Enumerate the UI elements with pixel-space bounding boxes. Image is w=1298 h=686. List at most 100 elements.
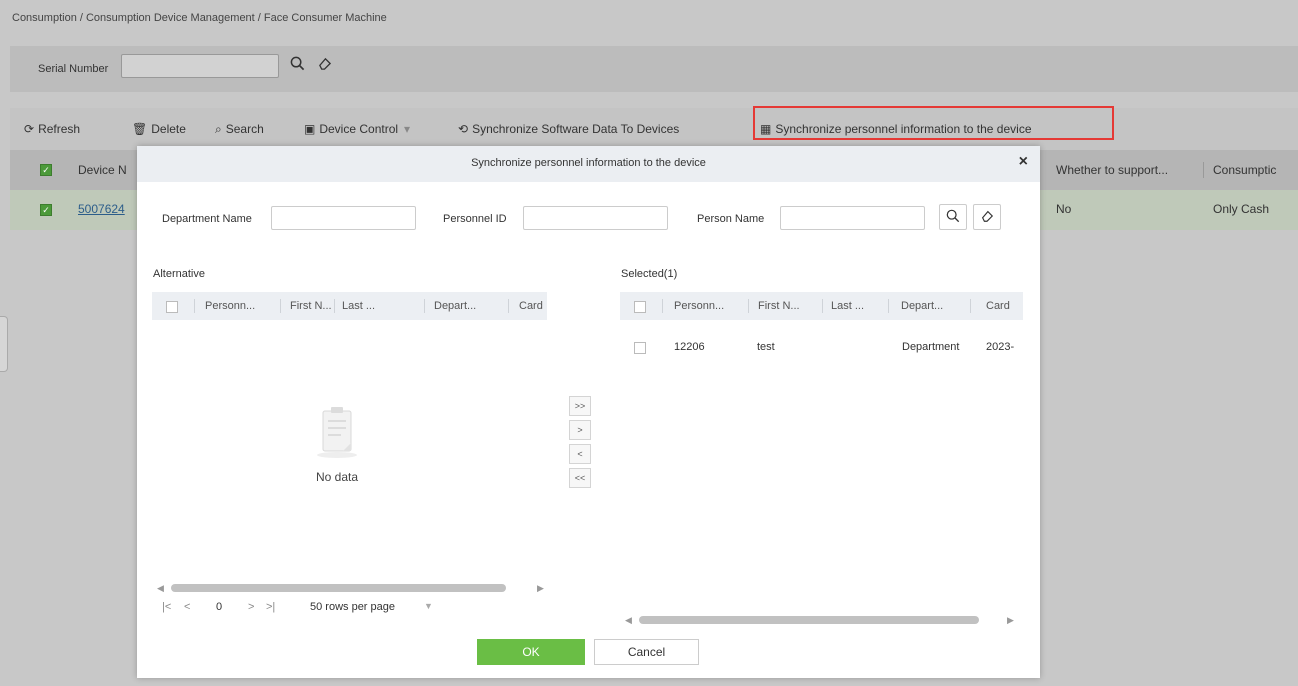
row-checkbox[interactable] bbox=[634, 342, 646, 354]
rows-per-page-select[interactable]: 50 rows per page bbox=[310, 601, 395, 613]
column-divider bbox=[970, 299, 971, 313]
ok-button[interactable]: OK bbox=[477, 639, 585, 665]
selected-row[interactable]: 12206 test Department 2023- bbox=[620, 332, 1023, 360]
device-link[interactable]: 5007624 bbox=[78, 202, 125, 216]
col-personnel-id[interactable]: Personn... bbox=[674, 300, 724, 312]
filter-bar: Serial Number bbox=[10, 46, 1298, 92]
move-right-button[interactable]: > bbox=[569, 420, 591, 440]
search-icon: ⌕ bbox=[215, 122, 222, 136]
dialog-title: Synchronize personnel information to the… bbox=[471, 157, 706, 169]
next-page-icon[interactable]: > bbox=[248, 601, 254, 613]
cell-personnel-id: 12206 bbox=[674, 341, 705, 353]
personnel-id-input[interactable] bbox=[523, 206, 668, 230]
column-divider bbox=[822, 299, 823, 313]
refresh-button[interactable]: ⟳ Refresh bbox=[24, 122, 80, 136]
trash-icon: 🗑 bbox=[132, 122, 148, 136]
serial-number-label: Serial Number bbox=[38, 63, 109, 75]
col-department[interactable]: Depart... bbox=[901, 300, 943, 312]
sync-software-button[interactable]: ⟲ Synchronize Software Data To Devices bbox=[458, 122, 679, 136]
chevron-down-icon: ▾ bbox=[404, 122, 411, 136]
col-last-name[interactable]: Last ... bbox=[342, 300, 375, 312]
personnel-id-label: Personnel ID bbox=[443, 213, 507, 225]
delete-button[interactable]: 🗑 Delete bbox=[132, 122, 186, 136]
col-first-name[interactable]: First N... bbox=[758, 300, 800, 312]
selected-horizontal-scrollbar[interactable]: ◀ ▶ bbox=[625, 615, 1017, 625]
cell-first-name: test bbox=[757, 341, 775, 353]
column-divider bbox=[888, 299, 889, 313]
col-first-name[interactable]: First N... bbox=[290, 300, 332, 312]
dialog-search-button[interactable] bbox=[939, 204, 967, 230]
col-last-name[interactable]: Last ... bbox=[831, 300, 864, 312]
consumption-value: Only Cash bbox=[1213, 202, 1270, 216]
breadcrumb: Consumption / Consumption Device Managem… bbox=[12, 12, 387, 24]
selected-select-all-checkbox[interactable] bbox=[634, 301, 646, 313]
move-left-button[interactable]: < bbox=[569, 444, 591, 464]
header-consumption: Consumptic bbox=[1213, 163, 1277, 177]
device-control-button[interactable]: ▣ Device Control ▾ bbox=[304, 122, 410, 136]
support-value: No bbox=[1056, 202, 1072, 216]
sync-software-label: Synchronize Software Data To Devices bbox=[472, 122, 680, 136]
alternative-horizontal-scrollbar[interactable]: ◀ ▶ bbox=[157, 583, 547, 593]
first-page-icon[interactable]: |< bbox=[162, 601, 171, 613]
refresh-label: Refresh bbox=[38, 122, 81, 136]
delete-label: Delete bbox=[151, 122, 186, 136]
highlight-box bbox=[753, 106, 1114, 140]
eraser-icon[interactable] bbox=[317, 56, 332, 75]
empty-text: No data bbox=[315, 470, 359, 484]
header-divider bbox=[1203, 162, 1204, 178]
sync-personnel-dialog: Synchronize personnel information to the… bbox=[137, 146, 1040, 678]
current-page[interactable]: 0 bbox=[216, 601, 222, 613]
column-divider bbox=[334, 299, 335, 313]
person-name-input[interactable] bbox=[780, 206, 925, 230]
scroll-left-icon[interactable]: ◀ bbox=[157, 583, 164, 594]
alternative-select-all-checkbox[interactable] bbox=[166, 301, 178, 313]
move-all-left-button[interactable]: << bbox=[569, 468, 591, 488]
column-divider bbox=[508, 299, 509, 313]
scroll-thumb[interactable] bbox=[171, 584, 506, 592]
clipboard-icon bbox=[297, 401, 377, 464]
header-support: Whether to support... bbox=[1056, 163, 1169, 177]
eraser-icon bbox=[980, 209, 994, 226]
col-department[interactable]: Depart... bbox=[434, 300, 476, 312]
column-divider bbox=[662, 299, 663, 313]
department-name-label: Department Name bbox=[162, 213, 252, 225]
selected-grid-header: Personn... First N... Last ... Depart...… bbox=[620, 292, 1023, 320]
move-all-right-button[interactable]: >> bbox=[569, 396, 591, 416]
column-divider bbox=[280, 299, 281, 313]
search-label: Search bbox=[225, 122, 264, 136]
prev-page-icon[interactable]: < bbox=[184, 601, 190, 613]
search-button[interactable]: ⌕ Search bbox=[215, 122, 264, 137]
col-personnel-id[interactable]: Personn... bbox=[205, 300, 255, 312]
select-all-checkbox[interactable]: ✓ bbox=[40, 164, 52, 176]
header-device: Device N bbox=[78, 163, 127, 177]
person-name-label: Person Name bbox=[697, 213, 765, 225]
cell-department: Department bbox=[902, 341, 960, 353]
chevron-down-icon[interactable]: ▼ bbox=[424, 601, 433, 611]
column-divider bbox=[424, 299, 425, 313]
cancel-button[interactable]: Cancel bbox=[594, 639, 699, 665]
refresh-icon: ⟳ bbox=[24, 122, 35, 136]
scroll-thumb[interactable] bbox=[639, 616, 979, 624]
monitor-icon: ▣ bbox=[304, 122, 316, 136]
device-control-label: Device Control bbox=[319, 122, 399, 136]
last-page-icon[interactable]: >| bbox=[266, 601, 275, 613]
scroll-right-icon[interactable]: ▶ bbox=[537, 583, 544, 594]
row-checkbox[interactable]: ✓ bbox=[40, 204, 52, 216]
dialog-clear-button[interactable] bbox=[973, 204, 1001, 230]
alternative-grid-header: Personn... First N... Last ... Depart...… bbox=[152, 292, 547, 320]
column-divider bbox=[194, 299, 195, 313]
serial-number-input[interactable] bbox=[121, 54, 279, 78]
col-card[interactable]: Card bbox=[519, 300, 543, 312]
scroll-left-icon[interactable]: ◀ bbox=[625, 615, 632, 626]
sync-icon: ⟲ bbox=[458, 122, 469, 136]
search-icon[interactable] bbox=[290, 56, 305, 75]
col-card[interactable]: Card bbox=[986, 300, 1010, 312]
alternative-title: Alternative bbox=[153, 268, 205, 280]
close-icon[interactable]: × bbox=[1019, 153, 1028, 171]
scroll-right-icon[interactable]: ▶ bbox=[1007, 615, 1014, 626]
cell-card: 2023- bbox=[986, 341, 1015, 353]
sidebar-collapse-handle[interactable] bbox=[0, 316, 8, 372]
selected-title: Selected(1) bbox=[621, 268, 678, 280]
search-icon bbox=[946, 209, 960, 226]
department-name-input[interactable] bbox=[271, 206, 416, 230]
